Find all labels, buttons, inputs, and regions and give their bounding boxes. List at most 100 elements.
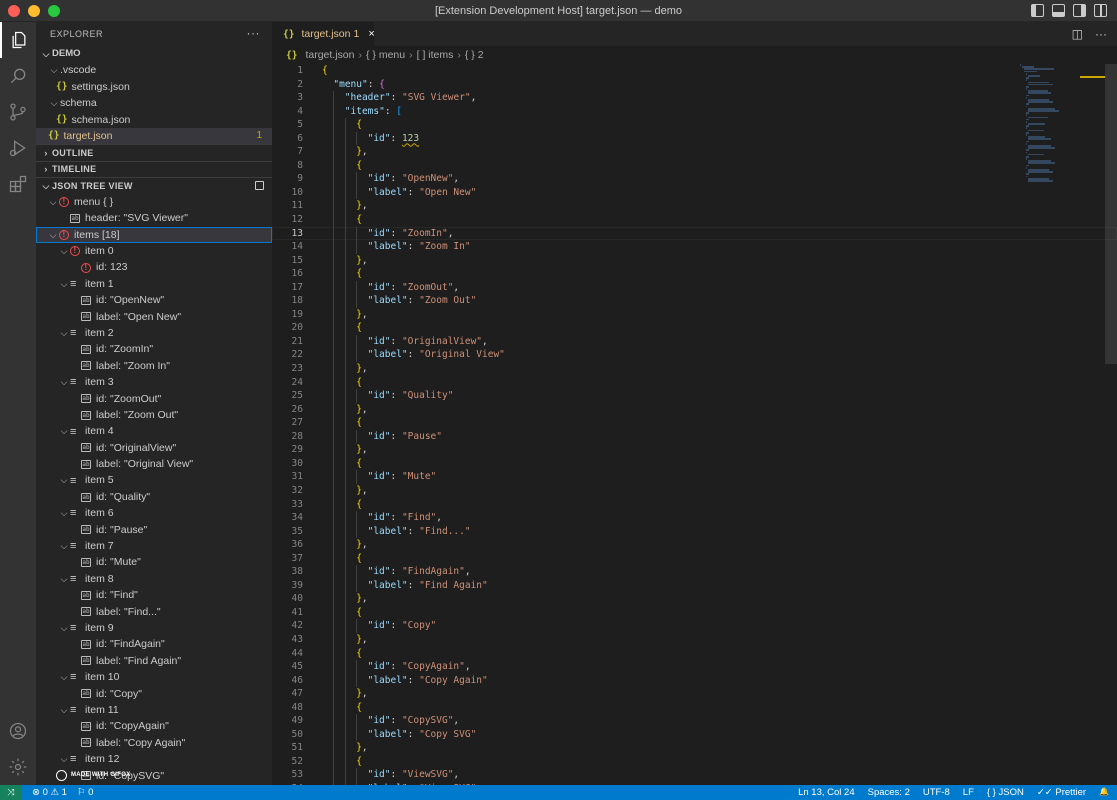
close-tab-icon[interactable]: × xyxy=(368,28,374,40)
tree-item[interactable]: ⌵ ≡ item 11 xyxy=(36,702,272,718)
tree-item[interactable]: ab id: "ZoomIn" xyxy=(36,341,272,357)
tree-item[interactable]: ⌵ ≡ item 5 xyxy=(36,472,272,488)
tree-item[interactable]: ab id: "Pause" xyxy=(36,522,272,538)
chevron-down-icon[interactable]: ⌵ xyxy=(58,702,70,718)
chevron-down-icon[interactable]: ⌵ xyxy=(58,505,70,521)
tree-item[interactable]: ab id: "Copy" xyxy=(36,686,272,702)
tree-item[interactable]: ab label: "Copy Again" xyxy=(36,735,272,751)
tree-item[interactable]: ⌵ menu { } xyxy=(36,194,272,210)
line-ending[interactable]: LF xyxy=(963,787,974,798)
gear-icon[interactable] xyxy=(0,749,36,785)
tree-item[interactable]: ⌵ ≡ item 7 xyxy=(36,538,272,554)
tab-target-json[interactable]: {} target.json 1 × xyxy=(272,22,375,46)
extensions-icon[interactable] xyxy=(0,166,36,202)
toggle-secondary-sidebar-icon[interactable] xyxy=(1073,4,1086,17)
explorer-root-folder[interactable]: ⌵ DEMO xyxy=(36,46,272,62)
collapse-all-icon[interactable] xyxy=(255,181,264,191)
tree-item[interactable]: ⌵ ≡ item 8 xyxy=(36,571,272,587)
toggle-primary-sidebar-icon[interactable] xyxy=(1031,4,1044,17)
tree-item[interactable]: ⌵ items [18] xyxy=(36,226,272,243)
account-icon[interactable] xyxy=(0,713,36,749)
tree-item[interactable]: ab header: "SVG Viewer" xyxy=(36,210,272,226)
tree-item[interactable]: ab id: "Mute" xyxy=(36,554,272,570)
explorer-folder[interactable]: ⌵ .vscode xyxy=(36,62,272,78)
vertical-scrollbar[interactable] xyxy=(1105,64,1117,364)
close-window-button[interactable] xyxy=(8,5,20,17)
tree-item[interactable]: ⌵ ≡ item 10 xyxy=(36,669,272,685)
tree-item[interactable]: ab id: "Find" xyxy=(36,587,272,603)
minimize-window-button[interactable] xyxy=(28,5,40,17)
tree-item[interactable]: ⌵ ≡ item 6 xyxy=(36,505,272,521)
formatter-status[interactable]: ✓✓ Prettier xyxy=(1037,787,1086,798)
json-tree-view-section[interactable]: ⌵ JSON TREE VIEW xyxy=(36,177,272,194)
notifications-bell-icon[interactable]: 🔔 xyxy=(1099,787,1109,798)
customize-layout-icon[interactable] xyxy=(1094,4,1107,17)
chevron-down-icon[interactable]: ⌵ xyxy=(47,194,59,210)
indentation[interactable]: Spaces: 2 xyxy=(868,787,910,798)
tree-item[interactable]: ab label: "Find..." xyxy=(36,604,272,620)
chevron-down-icon[interactable]: ⌵ xyxy=(58,669,70,685)
tree-item[interactable]: id: 123 xyxy=(36,259,272,276)
problems-indicator[interactable]: ⊗ 0 ⚠ 1 xyxy=(32,787,67,798)
chevron-down-icon[interactable]: ⌵ xyxy=(58,538,70,554)
tree-item[interactable]: ab id: "ZoomOut" xyxy=(36,391,272,407)
chevron-down-icon[interactable]: ⌵ xyxy=(58,571,70,587)
outline-section[interactable]: › OUTLINE xyxy=(36,144,272,161)
tree-item[interactable]: ab label: "Zoom In" xyxy=(36,358,272,374)
cursor-position[interactable]: Ln 13, Col 24 xyxy=(798,787,855,798)
chevron-down-icon[interactable]: ⌵ xyxy=(58,423,70,439)
tree-item[interactable]: ⌵ item 0 xyxy=(36,243,272,259)
explorer-file[interactable]: {} target.json 1 xyxy=(36,127,272,145)
minimap[interactable] xyxy=(1020,64,1105,184)
tree-item[interactable]: ab id: "OpenNew" xyxy=(36,292,272,308)
chevron-down-icon[interactable]: ⌵ xyxy=(58,276,70,292)
breadcrumb-item[interactable]: [ ] items xyxy=(417,49,454,61)
encoding[interactable]: UTF-8 xyxy=(923,787,950,798)
tree-item[interactable]: ⌵ ≡ item 2 xyxy=(36,325,272,341)
chevron-down-icon[interactable]: ⌵ xyxy=(58,620,70,636)
code-editor[interactable]: 1{2 "menu": {3 "header": "SVG Viewer", 4 "it… xyxy=(272,64,1117,785)
chevron-down-icon[interactable]: ⌵ xyxy=(58,374,70,390)
code-line: 44 { xyxy=(272,646,1117,661)
more-actions-icon[interactable]: ··· xyxy=(247,26,261,40)
indent-guide xyxy=(344,660,346,674)
tree-item[interactable]: ab label: "Original View" xyxy=(36,456,272,472)
chevron-down-icon[interactable]: ⌵ xyxy=(47,227,59,243)
explorer-folder[interactable]: ⌵ schema xyxy=(36,95,272,111)
search-icon[interactable] xyxy=(0,58,36,94)
tree-item[interactable]: ab id: "FindAgain" xyxy=(36,636,272,652)
breadcrumb-item[interactable]: { } menu xyxy=(366,49,405,61)
timeline-section[interactable]: › TIMELINE xyxy=(36,160,272,178)
explorer-file[interactable]: {} settings.json xyxy=(36,79,272,95)
tree-item[interactable]: ⌵ ≡ item 3 xyxy=(36,374,272,390)
source-control-icon[interactable] xyxy=(0,94,36,130)
run-debug-icon[interactable] xyxy=(0,130,36,166)
chevron-down-icon[interactable]: ⌵ xyxy=(58,325,70,341)
more-actions-icon[interactable]: ··· xyxy=(1095,27,1107,41)
maximize-window-button[interactable] xyxy=(48,5,60,17)
breadcrumb-item[interactable]: target.json xyxy=(305,49,354,61)
breadcrumb-item[interactable]: { } 2 xyxy=(465,49,484,61)
tree-item[interactable]: ab id: "OriginalView" xyxy=(36,440,272,456)
tree-item[interactable]: ab label: "Zoom Out" xyxy=(36,407,272,423)
language-mode[interactable]: { } JSON xyxy=(987,787,1024,798)
explorer-icon[interactable] xyxy=(0,22,36,58)
tree-item[interactable]: ⌵ ≡ item 1 xyxy=(36,276,272,292)
toggle-panel-icon[interactable] xyxy=(1052,4,1065,17)
string-icon: ab xyxy=(81,590,91,600)
tree-item[interactable]: ⌵ ≡ item 4 xyxy=(36,423,272,439)
tree-item[interactable]: ab label: "Open New" xyxy=(36,309,272,325)
explorer-file[interactable]: {} schema.json xyxy=(36,112,272,128)
chevron-down-icon[interactable]: ⌵ xyxy=(58,472,70,488)
ports-indicator[interactable]: ⚐ 0 xyxy=(77,787,93,798)
chevron-down-icon[interactable]: ⌵ xyxy=(58,243,70,259)
split-editor-icon[interactable]: ◫ xyxy=(1072,27,1083,41)
tree-item[interactable]: ⌵ ≡ item 9 xyxy=(36,620,272,636)
indent-guide xyxy=(333,334,335,349)
tree-item[interactable]: ab id: "Quality" xyxy=(36,489,272,505)
code-text: { xyxy=(356,118,362,132)
line-number: 6 xyxy=(297,132,303,144)
tree-item[interactable]: ab label: "Find Again" xyxy=(36,653,272,669)
tree-item[interactable]: ab id: "CopyAgain" xyxy=(36,718,272,734)
remote-indicator[interactable]: ⤨ xyxy=(0,785,22,800)
